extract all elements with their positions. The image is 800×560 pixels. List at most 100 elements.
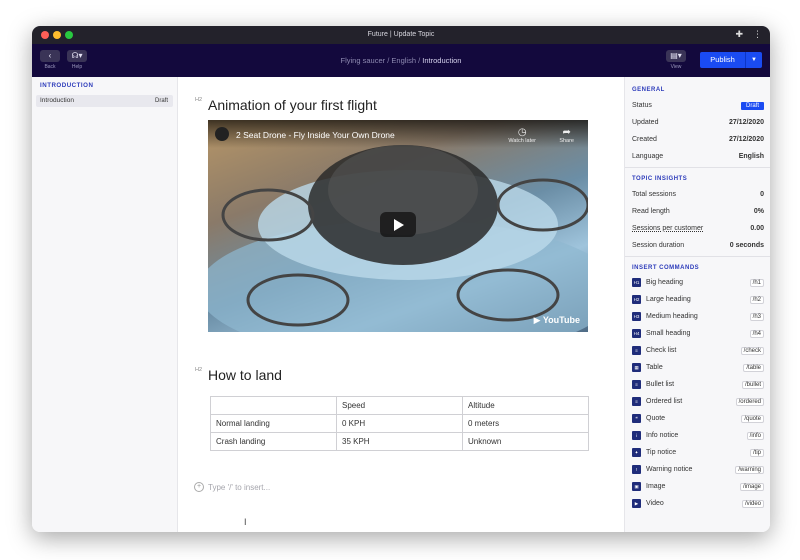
command-big-heading[interactable]: H1 Big heading/h1 — [625, 274, 770, 291]
command-medium-heading[interactable]: H3 Medium heading/h3 — [625, 308, 770, 325]
command-video[interactable]: ▶ Video/video — [625, 495, 770, 512]
command-label: Ordered list — [646, 398, 683, 405]
insight-label: Total sessions — [632, 191, 676, 198]
table-cell[interactable]: 35 KPH — [336, 432, 463, 451]
table-icon: ▦ — [632, 363, 641, 372]
breadcrumb-item[interactable]: Flying saucer — [341, 56, 386, 65]
view-button[interactable]: ▤▾ View — [666, 50, 686, 70]
table-cell[interactable]: Normal landing — [210, 414, 337, 433]
command-label: Big heading — [646, 279, 683, 286]
command-label: Check list — [646, 347, 677, 354]
table-cell[interactable]: Altitude — [462, 396, 589, 415]
table-cell[interactable]: 0 KPH — [336, 414, 463, 433]
landing-table[interactable]: Speed Altitude Normal landing 0 KPH 0 me… — [210, 396, 589, 451]
table-cell[interactable]: 0 meters — [462, 414, 589, 433]
divider — [625, 256, 770, 257]
command-label: Warning notice — [646, 466, 693, 473]
command-label: Info notice — [646, 432, 679, 439]
window-title: Future | Update Topic — [367, 31, 435, 38]
command-ordered-list[interactable]: ≡ Ordered list/ordered — [625, 393, 770, 410]
updated-row: Updated 27/12/2020 — [625, 114, 770, 131]
heading-tag: H2 — [195, 97, 203, 103]
share-button[interactable]: ➦ Share — [559, 127, 574, 144]
heading-2-icon: H2 — [632, 295, 641, 304]
updated-label: Updated — [632, 119, 659, 126]
insight-label: Read length — [632, 208, 670, 215]
command-shortcut: /table — [743, 363, 764, 372]
command-large-heading[interactable]: H2 Large heading/h2 — [625, 291, 770, 308]
toolbar: ‹ Back ☊▾ Help Flying saucer / English /… — [32, 44, 770, 77]
insight-value: 0 seconds — [729, 242, 764, 249]
video-title[interactable]: 2 Seat Drone - Fly Inside Your Own Drone — [236, 130, 395, 140]
insight-label: Sessions per customer — [632, 225, 704, 232]
language-row[interactable]: Language English — [625, 148, 770, 165]
watch-later-button[interactable]: ◷ Watch later — [508, 127, 536, 144]
checklist-icon: ≡ — [632, 346, 641, 355]
section-heading[interactable]: How to land — [208, 367, 282, 383]
command-info-notice[interactable]: i Info notice/info — [625, 427, 770, 444]
command-check-list[interactable]: ≡ Check list/check — [625, 342, 770, 359]
command-small-heading[interactable]: H4 Small heading/h4 — [625, 325, 770, 342]
publish-label: Publish — [710, 55, 735, 64]
command-table[interactable]: ▦ Table/table — [625, 359, 770, 376]
plus-icon[interactable]: + — [194, 482, 204, 492]
command-bullet-list[interactable]: ≡ Bullet list/bullet — [625, 376, 770, 393]
status-badge: Draft — [740, 101, 764, 110]
insight-label: Session duration — [632, 242, 685, 249]
publish-button[interactable]: Publish ▼ — [700, 52, 762, 68]
warning-icon: ! — [632, 465, 641, 474]
puzzle-icon[interactable]: ✚ — [735, 29, 743, 40]
insight-row: Read length 0% — [625, 203, 770, 220]
language-value[interactable]: English — [739, 153, 764, 160]
command-warning-notice[interactable]: ! Warning notice/warning — [625, 461, 770, 478]
more-vertical-icon[interactable]: ⋮ — [753, 29, 762, 40]
play-button[interactable] — [380, 212, 416, 237]
command-shortcut: /ordered — [735, 397, 764, 406]
breadcrumb-current: Introduction — [422, 56, 462, 65]
command-quote[interactable]: ❝ Quote/quote — [625, 410, 770, 427]
table-cell[interactable]: Unknown — [462, 432, 589, 451]
insert-block[interactable]: + Type '/' to insert... — [194, 482, 270, 492]
table-cell[interactable]: Crash landing — [210, 432, 337, 451]
insight-value: 0.00 — [750, 225, 764, 232]
command-label: Medium heading — [646, 313, 698, 320]
quote-icon: ❝ — [632, 414, 641, 423]
heading-tag: H2 — [195, 367, 203, 373]
language-label: Language — [632, 153, 664, 160]
section-heading[interactable]: Animation of your first flight — [208, 97, 377, 113]
command-shortcut: /image — [739, 482, 764, 491]
command-label: Video — [646, 500, 664, 507]
status-label: Status — [632, 102, 652, 109]
command-shortcut: /h2 — [749, 295, 764, 304]
command-image[interactable]: ▣ Image/image — [625, 478, 770, 495]
breadcrumb-item[interactable]: English — [391, 56, 416, 65]
insight-row: Session duration 0 seconds — [625, 237, 770, 254]
info-icon: i — [632, 431, 641, 440]
sidebar-item-introduction[interactable]: Introduction Draft — [36, 95, 173, 107]
command-list: H1 Big heading/h1 H2 Large heading/h2 H3 Me… — [625, 274, 770, 512]
channel-avatar[interactable] — [215, 127, 229, 141]
image-icon: ▣ — [632, 482, 641, 491]
command-tip-notice[interactable]: ✦ Tip notice/tip — [625, 444, 770, 461]
created-label: Created — [632, 136, 657, 143]
table-cell[interactable] — [210, 396, 337, 415]
table-cell[interactable]: Speed — [336, 396, 463, 415]
sidebar-header: INTRODUCTION — [40, 82, 94, 89]
insight-row: Total sessions 0 — [625, 186, 770, 203]
status-row: Status Draft — [625, 97, 770, 114]
insight-row: Sessions per customer 0.00 — [625, 220, 770, 237]
command-label: Bullet list — [646, 381, 675, 388]
table-row: Normal landing 0 KPH 0 meters — [210, 414, 589, 433]
commands-header: INSERT COMMANDS — [632, 265, 700, 271]
heading-4-icon: H4 — [632, 329, 641, 338]
youtube-logo[interactable]: ▶ YouTube — [534, 315, 580, 326]
editor-area[interactable]: H2 Animation of your first flight 2 Seat… — [178, 77, 624, 532]
command-label: Large heading — [646, 296, 691, 303]
chevron-down-icon[interactable]: ▼ — [745, 52, 762, 68]
view-label: View — [670, 64, 682, 70]
status-badge: Draft — [154, 98, 168, 104]
video-embed[interactable]: 2 Seat Drone - Fly Inside Your Own Drone… — [208, 120, 588, 332]
titlebar-icons: ✚ ⋮ — [735, 29, 762, 40]
youtube-label: YouTube — [542, 315, 580, 325]
share-icon: ➦ — [562, 127, 571, 138]
